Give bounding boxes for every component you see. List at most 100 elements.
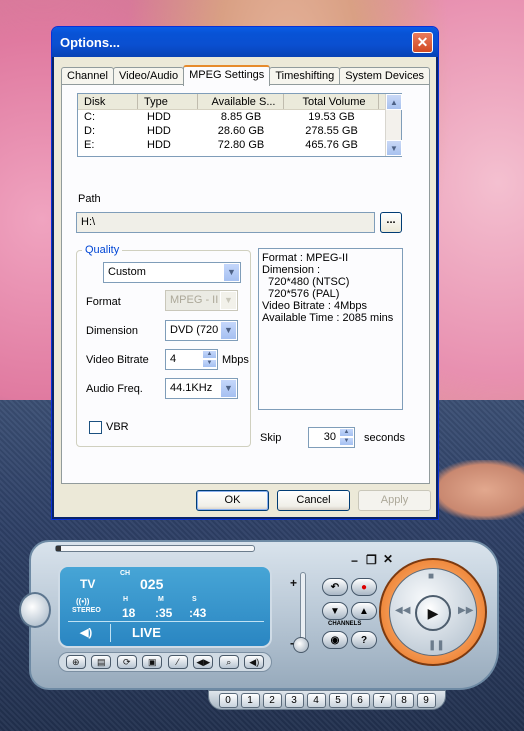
channel-key-3[interactable]: 3 (284, 692, 304, 708)
channel-key-7[interactable]: 7 (372, 692, 392, 708)
channel-up-icon[interactable]: ▲ (351, 602, 377, 620)
back-icon[interactable]: ↶ (322, 578, 348, 596)
skip-spinner[interactable]: 30 ▲ ▼ (308, 427, 355, 448)
hours-label: H (123, 596, 129, 603)
scroll-track[interactable] (386, 110, 401, 140)
format-label: Format (86, 296, 121, 308)
close-button[interactable]: ✕ (412, 32, 433, 53)
chevron-down-icon[interactable]: ▼ (223, 263, 240, 282)
channel-key-9[interactable]: 9 (416, 692, 436, 708)
eye-icon[interactable]: ◉ (322, 631, 348, 649)
scroll-down-icon[interactable]: ▼ (386, 140, 402, 156)
pause-icon[interactable]: ❚❚ (428, 640, 445, 651)
channel-key-5[interactable]: 5 (328, 692, 348, 708)
col-type[interactable]: Type (138, 94, 198, 109)
volume-slider[interactable] (300, 572, 306, 642)
settings-wand-icon[interactable]: ⁄ (167, 655, 188, 669)
audio-freq-label: Audio Freq. (86, 383, 143, 395)
spinner-buttons[interactable]: ▲ ▼ (339, 428, 354, 447)
scroll-up-icon[interactable]: ▲ (386, 94, 402, 110)
cell-type: HDD (147, 125, 171, 137)
minutes-value: :35 (155, 606, 173, 620)
cell-disk: E: (84, 139, 95, 151)
disk-list-scrollbar[interactable]: ▲ ▼ (385, 94, 402, 156)
tab-bar: Channel Video/Audio MPEG Settings Timesh… (61, 65, 431, 86)
zoom-icon[interactable]: ⌕ (218, 655, 239, 669)
col-disk[interactable]: Disk (78, 94, 138, 109)
apply-button: Apply (358, 490, 431, 511)
tab-channel[interactable]: Channel (61, 67, 114, 85)
split-icon[interactable]: ◀▶ (193, 655, 214, 669)
tab-system-devices[interactable]: System Devices (339, 67, 431, 85)
chevron-down-icon[interactable]: ▼ (220, 379, 237, 398)
channel-key-8[interactable]: 8 (394, 692, 414, 708)
quality-preset-select[interactable]: Custom ▼ (103, 262, 241, 283)
audio-freq-select[interactable]: 44.1KHz ▼ (165, 378, 238, 399)
close-icon[interactable]: ✕ (383, 552, 393, 566)
snapshot-icon[interactable]: ▣ (142, 655, 163, 669)
disk-list[interactable]: Disk Type Available S... Total Volume C:… (77, 93, 402, 157)
chevron-down-icon[interactable]: ▼ (220, 321, 237, 340)
help-icon[interactable]: ? (351, 631, 377, 649)
audio-icon[interactable]: ◀) (244, 655, 265, 669)
dialog-titlebar[interactable]: Options... (52, 27, 438, 57)
spin-down-icon[interactable]: ▼ (339, 437, 354, 446)
path-input[interactable]: H:\ (76, 212, 375, 233)
cell-available: 72.80 GB (217, 139, 265, 151)
record-icon[interactable]: ● (351, 578, 377, 596)
progress-handle[interactable] (56, 546, 61, 551)
quality-preset-value: Custom (108, 266, 146, 278)
browse-button[interactable]: ... (380, 212, 402, 233)
rewind-icon[interactable]: ◀◀ (395, 605, 410, 616)
guide-icon[interactable]: ▤ (91, 655, 112, 669)
cancel-button[interactable]: Cancel (277, 490, 350, 511)
summary-line: 720*480 (NTSC) (262, 276, 350, 288)
channel-key-2[interactable]: 2 (262, 692, 282, 708)
dialog-title: Options... (60, 34, 120, 50)
stereo-label: STEREO (72, 607, 101, 614)
quality-group-label: Quality (82, 244, 123, 256)
volume-handle[interactable] (293, 637, 309, 653)
loop-icon[interactable]: ⟳ (116, 655, 137, 669)
ok-button[interactable]: OK (196, 490, 269, 511)
channel-key-4[interactable]: 4 (306, 692, 326, 708)
cell-total: 465.76 GB (305, 139, 358, 151)
dimension-value: DVD (720 (170, 324, 219, 336)
tab-mpeg-settings[interactable]: MPEG Settings (183, 65, 271, 86)
channel-down-icon[interactable]: ▼ (322, 602, 348, 620)
play-button[interactable]: ▶ (415, 595, 451, 631)
stop-icon[interactable]: ■ (428, 571, 434, 582)
channel-key-6[interactable]: 6 (350, 692, 370, 708)
channel-key-1[interactable]: 1 (240, 692, 260, 708)
video-bitrate-value: 4 (170, 353, 177, 365)
tab-timeshifting[interactable]: Timeshifting (269, 67, 341, 85)
table-row[interactable]: C: HDD 8.85 GB 19.53 GB (78, 110, 401, 124)
channel-key-0[interactable]: 0 (218, 692, 238, 708)
player-toolbar: ⊕ ▤ ⟳ ▣ ⁄ ◀▶ ⌕ ◀) (58, 652, 272, 672)
chevron-down-icon: ▼ (220, 291, 237, 310)
side-knob-icon[interactable] (19, 592, 51, 628)
progress-slider[interactable] (55, 545, 255, 552)
spin-down-icon[interactable]: ▼ (202, 359, 217, 368)
table-row[interactable]: E: HDD 72.80 GB 465.76 GB (78, 138, 401, 152)
video-bitrate-spinner[interactable]: 4 ▲ ▼ (165, 349, 218, 370)
format-select: MPEG - II ▼ (165, 290, 238, 311)
spinner-buttons[interactable]: ▲ ▼ (202, 350, 217, 369)
tab-video-audio[interactable]: Video/Audio (112, 67, 185, 85)
skip-value: 30 (323, 431, 336, 443)
speaker-icon[interactable]: ◀) (80, 626, 92, 639)
globe-icon[interactable]: ⊕ (65, 655, 86, 669)
seconds-label: S (192, 596, 197, 603)
volume-minus-label: - (290, 636, 294, 650)
cell-type: HDD (147, 139, 171, 151)
fast-forward-icon[interactable]: ▶▶ (458, 605, 473, 616)
col-available[interactable]: Available S... (198, 94, 284, 109)
vbr-checkbox[interactable] (89, 421, 102, 434)
table-row[interactable]: D: HDD 28.60 GB 278.55 GB (78, 124, 401, 138)
col-total[interactable]: Total Volume (284, 94, 379, 109)
settings-summary: Format : MPEG-II Dimension : 720*480 (NTS… (258, 248, 403, 410)
summary-line: Format : MPEG-II (262, 252, 349, 264)
restore-icon[interactable]: ❐ (366, 553, 377, 567)
minimize-icon[interactable]: − (351, 554, 358, 568)
dimension-select[interactable]: DVD (720 ▼ (165, 320, 238, 341)
